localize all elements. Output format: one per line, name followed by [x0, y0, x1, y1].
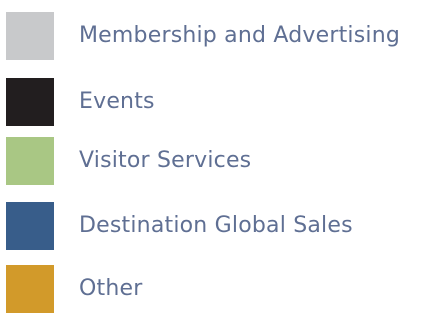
legend-item-other: Other: [0, 265, 432, 313]
legend-swatch: [6, 78, 54, 126]
legend-label: Other: [79, 276, 143, 301]
legend-item-membership-and-advertising: Membership and Advertising: [0, 12, 432, 60]
legend-label: Visitor Services: [79, 148, 252, 173]
legend-label: Destination Global Sales: [79, 213, 353, 238]
legend: Membership and Advertising Events Visito…: [0, 0, 432, 313]
legend-label: Membership and Advertising: [79, 23, 400, 48]
legend-swatch: [6, 202, 54, 250]
legend-swatch: [6, 137, 54, 185]
legend-item-visitor-services: Visitor Services: [0, 137, 432, 185]
legend-item-destination-global-sales: Destination Global Sales: [0, 202, 432, 250]
legend-swatch: [6, 265, 54, 313]
legend-item-events: Events: [0, 78, 432, 126]
legend-label: Events: [79, 89, 155, 114]
legend-swatch: [6, 12, 54, 60]
